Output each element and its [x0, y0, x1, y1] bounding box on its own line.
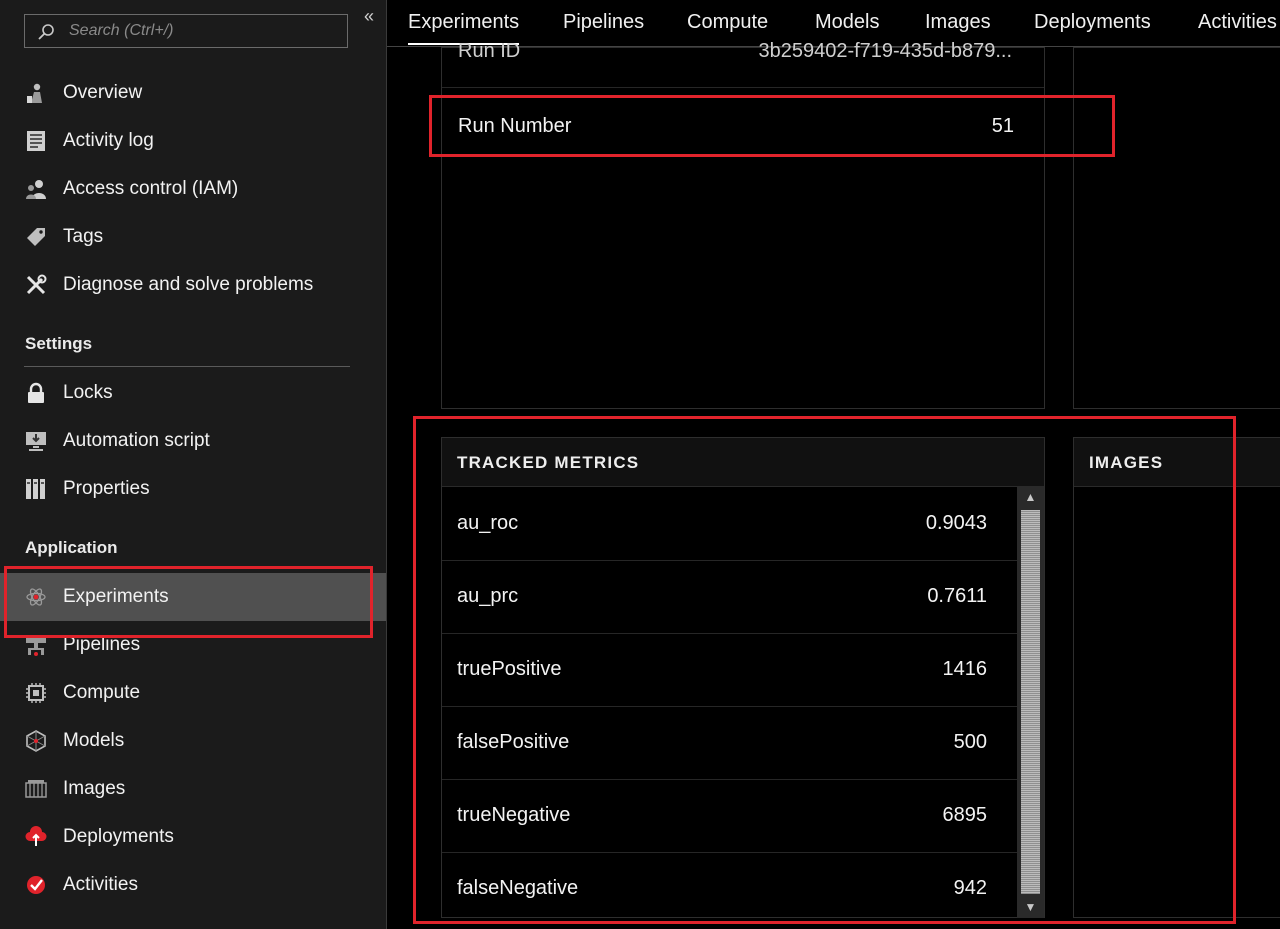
- sidebar-item-access-control[interactable]: Access control (IAM): [0, 165, 386, 213]
- search-icon: [38, 24, 54, 40]
- application-heading: Application: [25, 538, 118, 557]
- metric-value: 500: [953, 731, 987, 753]
- table-row: falseNegative 942: [442, 852, 1017, 925]
- run-id-label: Run ID: [458, 40, 521, 62]
- metric-name: falseNegative: [457, 877, 579, 899]
- sidebar-item-automation-script[interactable]: Automation script: [0, 417, 386, 465]
- sidebar-item-label: Diagnose and solve problems: [63, 274, 314, 295]
- collapse-sidebar-icon[interactable]: «: [360, 6, 378, 26]
- tab-images[interactable]: Images: [925, 0, 991, 44]
- sidebar-item-label: Access control (IAM): [63, 178, 239, 199]
- table-row: falsePositive 500: [442, 706, 1017, 780]
- sidebar-item-images[interactable]: Images: [0, 765, 386, 813]
- activity-log-icon: [27, 131, 45, 151]
- sidebar-item-label: Automation script: [63, 430, 210, 451]
- tag-icon: [27, 228, 45, 246]
- sidebar-item-label: Tags: [63, 226, 104, 247]
- table-row: trueNegative 6895: [442, 779, 1017, 853]
- run-number-label: Run Number: [458, 115, 572, 137]
- models-icon: [26, 730, 46, 752]
- sidebar-item-locks[interactable]: Locks: [0, 369, 386, 417]
- sidebar-item-label: Experiments: [63, 586, 169, 607]
- sidebar-item-tags[interactable]: Tags: [0, 213, 386, 261]
- sidebar-item-label: Activity log: [63, 130, 154, 151]
- images-header: IMAGES: [1074, 438, 1280, 487]
- metrics-scrollbar[interactable]: ▲ ▼: [1017, 486, 1044, 918]
- table-row: truePositive 1416: [442, 633, 1017, 707]
- metric-name: trueNegative: [457, 804, 571, 826]
- sidebar-item-label: Models: [63, 730, 125, 751]
- metric-name: falsePositive: [457, 731, 570, 753]
- pipelines-icon: [26, 637, 46, 656]
- metric-name: au_roc: [457, 512, 519, 534]
- run-number-value: 51: [991, 115, 1014, 137]
- table-row: au_prc 0.7611: [442, 560, 1017, 634]
- sidebar-item-diagnose[interactable]: Diagnose and solve problems: [0, 261, 386, 309]
- properties-icon: [26, 479, 45, 499]
- sidebar-item-label: Overview: [63, 82, 143, 103]
- activities-icon: [27, 876, 45, 894]
- metric-name: au_prc: [457, 585, 519, 607]
- sidebar-item-activities[interactable]: Activities: [0, 861, 386, 909]
- tab-experiments[interactable]: Experiments: [408, 0, 520, 45]
- divider: [24, 366, 350, 367]
- scroll-down-icon[interactable]: ▼: [1017, 896, 1044, 918]
- wrench-icon: [26, 274, 47, 295]
- overview-icon: [27, 83, 42, 103]
- scroll-up-icon[interactable]: ▲: [1017, 486, 1044, 508]
- sidebar-item-experiments[interactable]: Experiments: [0, 573, 386, 621]
- tab-compute[interactable]: Compute: [687, 0, 768, 44]
- sidebar-item-properties[interactable]: Properties: [0, 465, 386, 513]
- run-details-panel: Run ID 3b259402-f719-435d-b879... Run Nu…: [441, 40, 1045, 409]
- sidebar: « Overview Activity log: [0, 0, 387, 929]
- metric-value: 942: [953, 877, 987, 899]
- divider: [442, 87, 1044, 88]
- sidebar-item-overview[interactable]: Overview: [0, 69, 386, 117]
- table-row: au_roc 0.9043: [442, 487, 1017, 561]
- metric-name: truePositive: [457, 658, 562, 680]
- settings-heading: Settings: [25, 334, 93, 353]
- automation-icon: [26, 432, 46, 451]
- tracked-metrics-header: TRACKED METRICS: [442, 438, 1044, 487]
- sidebar-item-label: Activities: [63, 874, 138, 895]
- sidebar-item-pipelines[interactable]: Pipelines: [0, 621, 386, 669]
- sidebar-item-deployments[interactable]: Deployments: [0, 813, 386, 861]
- scroll-thumb[interactable]: [1021, 510, 1040, 894]
- sidebar-item-label: Locks: [63, 382, 113, 403]
- metric-value: 0.9043: [925, 512, 987, 534]
- metric-value: 1416: [942, 658, 988, 680]
- sidebar-item-activity-log[interactable]: Activity log: [0, 117, 386, 165]
- tab-deployments[interactable]: Deployments: [1034, 0, 1151, 44]
- sidebar-item-label: Deployments: [63, 826, 174, 847]
- experiments-icon: [26, 588, 46, 606]
- images-panel: IMAGES: [1073, 437, 1280, 918]
- images-heading: IMAGES: [1089, 453, 1164, 472]
- compute-icon: [26, 683, 46, 703]
- sidebar-item-label: Compute: [63, 682, 141, 703]
- sidebar-item-models[interactable]: Models: [0, 717, 386, 765]
- search-input[interactable]: [69, 15, 339, 47]
- tracked-metrics-heading: TRACKED METRICS: [457, 453, 640, 472]
- search-box[interactable]: [24, 14, 348, 48]
- metric-value: 0.7611: [927, 585, 987, 607]
- metric-value: 6895: [942, 804, 988, 826]
- lock-icon: [28, 382, 44, 403]
- tab-models[interactable]: Models: [815, 0, 879, 44]
- sidebar-item-label: Pipelines: [63, 634, 141, 655]
- side-panel: [1073, 47, 1280, 409]
- sidebar-item-label: Properties: [63, 478, 150, 499]
- images-icon: [25, 780, 47, 798]
- access-control-icon: [26, 180, 46, 199]
- deployments-icon: [25, 826, 47, 846]
- sidebar-item-compute[interactable]: Compute: [0, 669, 386, 717]
- tab-pipelines[interactable]: Pipelines: [563, 0, 644, 44]
- sidebar-item-label: Images: [63, 778, 126, 799]
- run-id-value: 3b259402-f719-435d-b879...: [758, 40, 1012, 62]
- tab-activities[interactable]: Activities: [1198, 0, 1277, 44]
- tracked-metrics-panel: TRACKED METRICS au_roc 0.9043 au_prc 0.7…: [441, 437, 1045, 918]
